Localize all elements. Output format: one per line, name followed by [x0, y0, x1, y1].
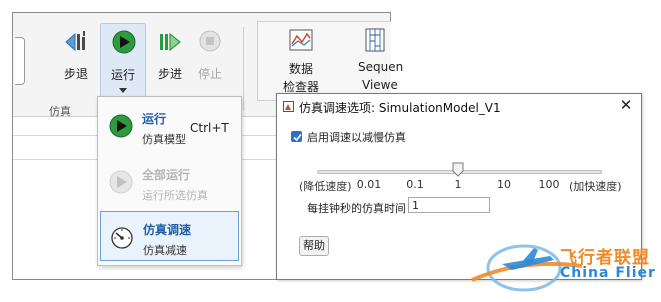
data-inspector-button[interactable]: 数据 检查器 [270, 26, 332, 98]
slider-tick-label: 100 [538, 178, 560, 191]
slider-tick-label: 0.01 [356, 178, 382, 191]
menu-item-simulation-pacing[interactable]: 仿真调速 仿真减速 [100, 211, 239, 261]
sim-time-input[interactable] [408, 197, 490, 213]
speedometer-icon [109, 224, 135, 250]
section-label-simulation: 仿真 [49, 105, 71, 118]
watermark-text-en: China Flier [560, 265, 656, 281]
toolbar-divider [243, 27, 244, 111]
sequence-viewer-label-2: Viewe [362, 78, 398, 92]
pacing-slider-thumb[interactable] [452, 162, 464, 177]
enable-pacing-label: 启用调速以减慢仿真 [307, 131, 406, 144]
menu-item-run-all-title: 全部运行 [142, 168, 191, 182]
play-icon [108, 113, 134, 139]
run-button[interactable]: 运行 [100, 23, 146, 103]
slider-min-label: (降低速度) [299, 180, 352, 193]
sim-time-label: 每挂钟秒的仿真时间 [307, 202, 406, 215]
help-button[interactable]: 帮助 [299, 236, 329, 256]
step-back-button[interactable]: 步退 [53, 27, 99, 99]
menu-item-simulation-pacing-title: 仿真调速 [143, 223, 192, 237]
slider-tick-label: 10 [497, 178, 511, 191]
menu-item-run-all-subtitle: 运行所选仿真 [142, 189, 208, 202]
stop-button[interactable]: 停止 [187, 27, 233, 99]
sequence-viewer-icon [346, 26, 406, 56]
sequence-viewer-label-1: Sequen [358, 60, 404, 74]
dialog-title: 仿真调速选项: SimulationModel_V1 [299, 101, 501, 115]
menu-item-run-title: 运行 [142, 112, 167, 126]
slider-tick-label: 0.1 [406, 178, 424, 191]
stop-icon [187, 27, 233, 57]
slider-max-label: (加快速度) [569, 180, 622, 193]
play-icon [101, 28, 145, 58]
play-icon [108, 169, 134, 195]
run-label: 运行 [110, 68, 135, 82]
menu-item-run-shortcut: Ctrl+T [190, 121, 229, 135]
menu-item-run-all[interactable]: 全部运行 运行所选仿真 [100, 157, 239, 207]
enable-pacing-checkbox[interactable] [291, 131, 302, 142]
step-back-label: 步退 [63, 67, 88, 81]
run-dropdown-menu: 运行 仿真模型 Ctrl+T 全部运行 运行所选仿真 仿真调速 仿真减速 [97, 96, 242, 266]
checkmark-icon [293, 133, 302, 142]
menu-item-run-subtitle: 仿真模型 [142, 133, 186, 146]
data-inspector-label-1: 数据 [288, 62, 313, 76]
chevron-down-icon[interactable] [119, 88, 127, 93]
dialog-app-icon [283, 101, 294, 112]
sequence-viewer-button[interactable]: Sequen Viewe [346, 26, 406, 98]
close-icon[interactable]: ✕ [617, 96, 635, 114]
step-back-icon [53, 27, 99, 57]
slider-tick-label: 1 [454, 178, 462, 191]
stop-label: 停止 [197, 67, 222, 81]
toolstrip-left-control[interactable] [15, 37, 25, 85]
data-inspector-icon [270, 26, 332, 56]
menu-item-run[interactable]: 运行 仿真模型 Ctrl+T [100, 101, 239, 151]
menu-item-simulation-pacing-subtitle: 仿真减速 [143, 244, 187, 257]
review-results-group: 数据 检查器 Sequen Viewe [257, 21, 403, 101]
